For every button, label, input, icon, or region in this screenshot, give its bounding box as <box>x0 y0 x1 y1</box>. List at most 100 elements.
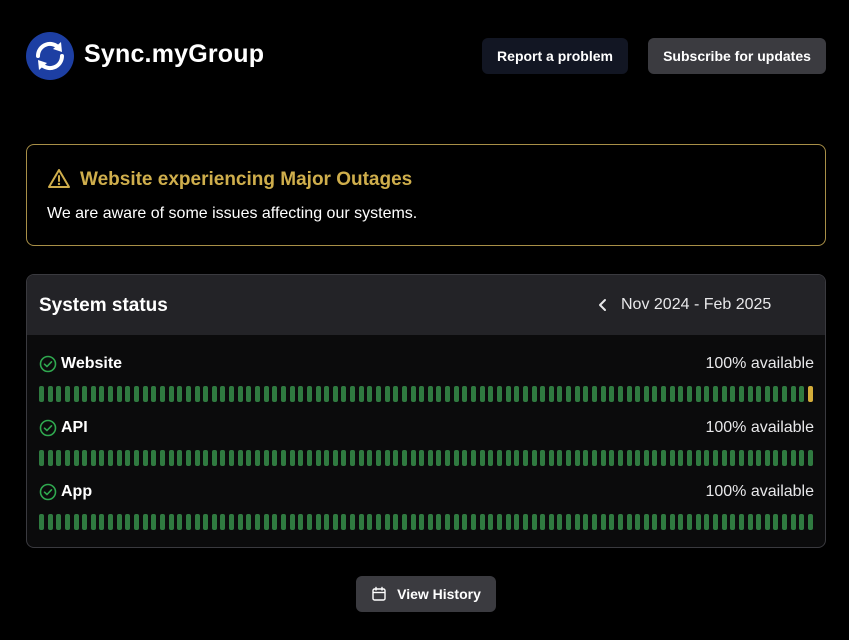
uptime-day-bar[interactable] <box>116 450 122 466</box>
uptime-day-bar[interactable] <box>99 450 105 466</box>
uptime-day-bar[interactable] <box>747 514 753 530</box>
uptime-day-bar[interactable] <box>39 386 44 402</box>
uptime-day-bar[interactable] <box>419 514 425 530</box>
uptime-day-bar[interactable] <box>436 386 442 402</box>
uptime-day-bar[interactable] <box>332 386 338 402</box>
uptime-day-bar[interactable] <box>609 386 615 402</box>
uptime-day-bar[interactable] <box>185 514 191 530</box>
uptime-day-bar[interactable] <box>289 514 295 530</box>
uptime-day-bar[interactable] <box>687 450 693 466</box>
uptime-day-bar[interactable] <box>669 386 675 402</box>
uptime-day-bar[interactable] <box>263 386 269 402</box>
uptime-day-bar[interactable] <box>522 450 528 466</box>
uptime-day-bar[interactable] <box>773 514 779 530</box>
uptime-day-bar[interactable] <box>99 386 105 402</box>
uptime-day-bar[interactable] <box>350 450 356 466</box>
uptime-day-bar[interactable] <box>635 514 641 530</box>
uptime-day-bar[interactable] <box>479 450 485 466</box>
uptime-day-bar[interactable] <box>522 514 528 530</box>
uptime-day-bar[interactable] <box>600 450 606 466</box>
uptime-day-bar[interactable] <box>298 514 304 530</box>
uptime-day-bar[interactable] <box>626 514 632 530</box>
uptime-day-bar[interactable] <box>289 450 295 466</box>
uptime-day-bar[interactable] <box>64 386 70 402</box>
uptime-day-bar[interactable] <box>505 514 511 530</box>
chevron-left-icon[interactable] <box>595 296 611 314</box>
uptime-day-bar[interactable] <box>488 450 494 466</box>
uptime-day-bar[interactable] <box>220 386 226 402</box>
uptime-day-bar[interactable] <box>712 450 718 466</box>
uptime-day-bar[interactable] <box>505 450 511 466</box>
uptime-day-bar[interactable] <box>548 450 554 466</box>
uptime-day-bar[interactable] <box>695 514 701 530</box>
uptime-day-bar[interactable] <box>427 450 433 466</box>
uptime-day-bar[interactable] <box>488 386 494 402</box>
uptime-day-bar[interactable] <box>695 386 701 402</box>
uptime-day-bar[interactable] <box>721 386 727 402</box>
uptime-day-bar[interactable] <box>116 514 122 530</box>
uptime-day-bar[interactable] <box>185 386 191 402</box>
uptime-day-bar[interactable] <box>375 386 381 402</box>
uptime-day-bar[interactable] <box>229 450 235 466</box>
uptime-day-bar[interactable] <box>721 514 727 530</box>
uptime-day-bar[interactable] <box>782 386 788 402</box>
uptime-day-bar[interactable] <box>661 450 667 466</box>
uptime-day-bar[interactable] <box>496 386 502 402</box>
uptime-day-bar[interactable] <box>704 450 710 466</box>
uptime-day-bar[interactable] <box>531 514 537 530</box>
uptime-day-bar[interactable] <box>315 514 321 530</box>
uptime-day-bar[interactable] <box>375 450 381 466</box>
uptime-day-bar[interactable] <box>194 386 200 402</box>
uptime-day-bar[interactable] <box>151 450 157 466</box>
uptime-day-bar[interactable] <box>427 386 433 402</box>
uptime-day-bar[interactable] <box>462 450 468 466</box>
uptime-day-bar[interactable] <box>125 514 131 530</box>
uptime-day-bar[interactable] <box>410 514 416 530</box>
uptime-day-bar[interactable] <box>712 386 718 402</box>
uptime-day-bar[interactable] <box>566 450 572 466</box>
uptime-day-bar[interactable] <box>756 386 762 402</box>
uptime-day-bar[interactable] <box>168 450 174 466</box>
uptime-day-bar[interactable] <box>704 514 710 530</box>
uptime-day-bar[interactable] <box>82 450 88 466</box>
uptime-day-bar[interactable] <box>436 450 442 466</box>
uptime-day-bar[interactable] <box>272 386 278 402</box>
uptime-day-bar[interactable] <box>790 514 796 530</box>
uptime-day-bar[interactable] <box>488 514 494 530</box>
uptime-day-bar[interactable] <box>237 450 243 466</box>
uptime-day-bar[interactable] <box>419 450 425 466</box>
uptime-day-bar[interactable] <box>73 450 79 466</box>
uptime-day-bar[interactable] <box>125 386 131 402</box>
uptime-day-bar[interactable] <box>747 386 753 402</box>
uptime-day-bar[interactable] <box>514 450 520 466</box>
uptime-day-bar[interactable] <box>332 514 338 530</box>
uptime-day-bar[interactable] <box>514 514 520 530</box>
uptime-day-bar[interactable] <box>159 514 165 530</box>
uptime-day-bar[interactable] <box>350 386 356 402</box>
uptime-day-bar[interactable] <box>246 386 252 402</box>
uptime-day-bar[interactable] <box>462 514 468 530</box>
uptime-day-bar[interactable] <box>194 514 200 530</box>
uptime-day-bar[interactable] <box>280 450 286 466</box>
uptime-day-bar[interactable] <box>367 450 373 466</box>
uptime-day-bar[interactable] <box>237 514 243 530</box>
uptime-day-bar[interactable] <box>384 450 390 466</box>
uptime-day-bar[interactable] <box>695 450 701 466</box>
uptime-day-bar[interactable] <box>332 450 338 466</box>
uptime-day-bar[interactable] <box>479 514 485 530</box>
uptime-day-bar[interactable] <box>592 386 597 402</box>
uptime-day-bar[interactable] <box>142 450 148 466</box>
uptime-day-bar[interactable] <box>445 450 451 466</box>
uptime-day-bar[interactable] <box>246 514 252 530</box>
uptime-day-bar[interactable] <box>453 450 459 466</box>
uptime-day-bar[interactable] <box>367 514 373 530</box>
uptime-day-bar[interactable] <box>56 386 62 402</box>
uptime-day-bar[interactable] <box>574 514 580 530</box>
uptime-day-bar[interactable] <box>678 450 684 466</box>
uptime-day-bar[interactable] <box>540 450 546 466</box>
uptime-day-bar[interactable] <box>384 514 390 530</box>
uptime-day-bar[interactable] <box>799 514 805 530</box>
uptime-day-bar[interactable] <box>367 386 373 402</box>
uptime-day-bar[interactable] <box>531 450 537 466</box>
uptime-day-bar[interactable] <box>350 514 356 530</box>
